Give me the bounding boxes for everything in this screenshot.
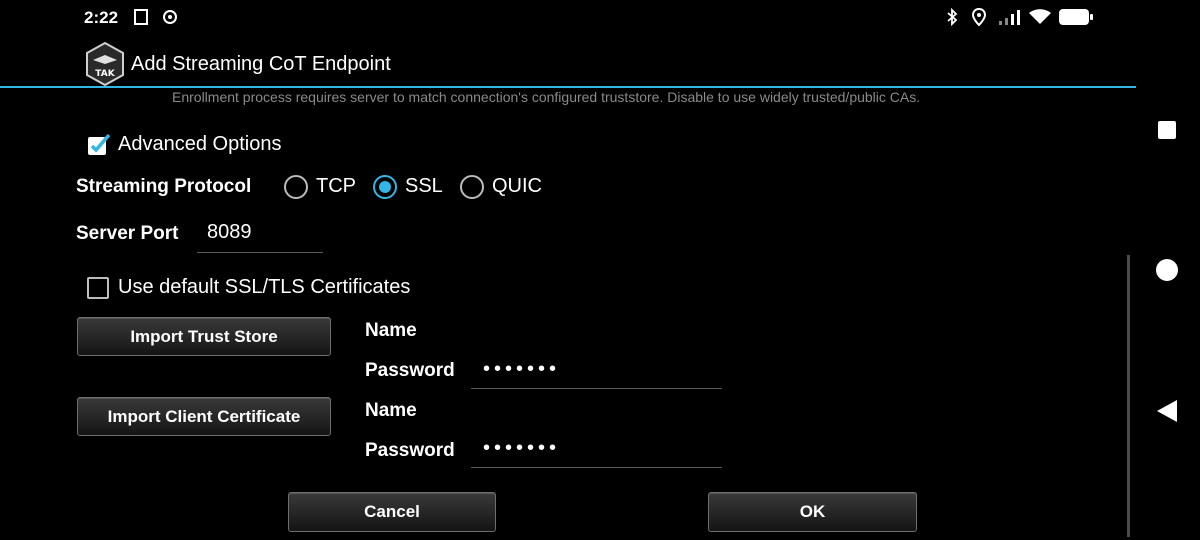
advanced-options-checkbox[interactable] bbox=[86, 133, 112, 159]
import-client-certificate-button[interactable]: Import Client Certificate bbox=[77, 397, 331, 436]
advanced-options-label: Advanced Options bbox=[118, 133, 282, 155]
checkbox-checked-icon bbox=[88, 133, 111, 155]
radio-tcp-label[interactable]: TCP bbox=[316, 175, 356, 198]
client-cert-name-label: Name bbox=[365, 400, 417, 421]
cancel-button[interactable]: Cancel bbox=[288, 492, 496, 532]
wifi-icon bbox=[1029, 9, 1051, 24]
trust-store-password-label: Password bbox=[365, 360, 455, 381]
server-port-input[interactable]: 8089 bbox=[197, 218, 323, 253]
back-icon[interactable] bbox=[1156, 399, 1178, 423]
sync-icon bbox=[163, 10, 177, 24]
radio-quic-label[interactable]: QUIC bbox=[492, 175, 542, 198]
recent-apps-icon[interactable] bbox=[1158, 121, 1176, 139]
tak-logo-icon: TAK bbox=[86, 42, 124, 86]
radio-tcp[interactable] bbox=[284, 175, 308, 199]
trust-store-password-input[interactable]: ••••••• bbox=[471, 352, 722, 389]
screenshot-icon bbox=[134, 9, 148, 25]
default-certs-label: Use default SSL/TLS Certificates bbox=[118, 276, 411, 298]
import-trust-store-button[interactable]: Import Trust Store bbox=[77, 317, 331, 356]
server-port-value: 8089 bbox=[207, 221, 252, 243]
trust-store-name-label: Name bbox=[365, 320, 417, 341]
radio-quic[interactable] bbox=[460, 175, 484, 199]
client-cert-password-value: ••••••• bbox=[483, 437, 561, 459]
ok-button[interactable]: OK bbox=[708, 492, 917, 532]
home-icon[interactable] bbox=[1156, 259, 1178, 281]
status-time: 2:22 bbox=[84, 8, 119, 27]
battery-icon bbox=[1059, 9, 1093, 25]
bluetooth-icon bbox=[947, 8, 958, 26]
default-certs-checkbox[interactable] bbox=[87, 277, 109, 299]
dialog-title: Add Streaming CoT Endpoint bbox=[131, 53, 391, 75]
client-cert-password-input[interactable]: ••••••• bbox=[471, 431, 722, 468]
radio-ssl-label[interactable]: SSL bbox=[405, 175, 443, 198]
trust-store-password-value: ••••••• bbox=[483, 358, 561, 380]
title-divider bbox=[0, 86, 1136, 88]
logo-text: TAK bbox=[95, 69, 115, 79]
streaming-protocol-label: Streaming Protocol bbox=[76, 176, 252, 197]
client-cert-password-label: Password bbox=[365, 440, 455, 461]
scrollbar[interactable] bbox=[1127, 255, 1130, 537]
location-icon bbox=[971, 8, 987, 26]
server-port-label: Server Port bbox=[76, 223, 179, 244]
signal-icon bbox=[999, 10, 1020, 25]
radio-ssl[interactable] bbox=[373, 175, 397, 199]
truststore-hint: Enrollment process requires server to ma… bbox=[172, 89, 921, 105]
